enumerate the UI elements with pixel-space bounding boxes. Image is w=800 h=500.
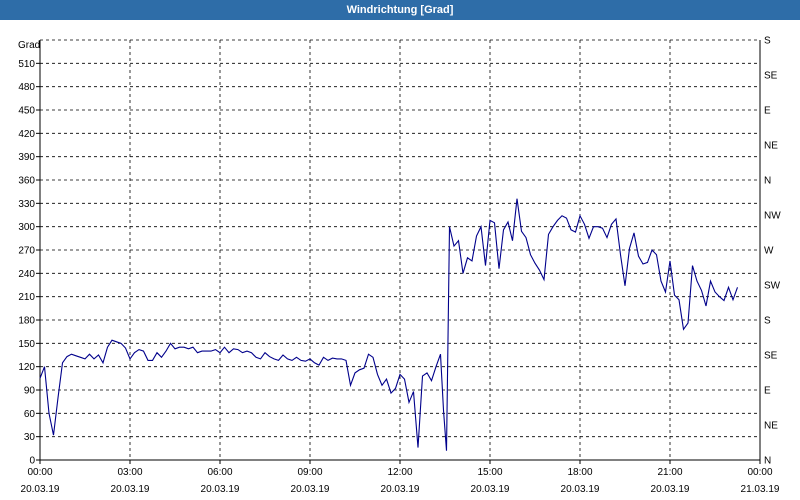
x-tick-time: 03:00 [117,467,142,478]
right-tick-label: NW [764,211,781,222]
right-tick-label: E [764,386,771,397]
y-tick-label: 150 [18,339,35,350]
y-tick-label: 480 [18,82,35,93]
chart-title: Windrichtung [Grad] [346,4,454,16]
right-tick-label: SE [764,71,778,82]
y-tick-label: 270 [18,246,35,257]
x-tick-labels: 00:00 20.03.19 03:00 20.03.19 06:00 20.03.19 0… [21,467,780,495]
wind-direction-chart: Grad 0 30 60 90 120 150 180 210 240 270 300 330 360 3… [18,36,781,496]
y-tick-label: 330 [18,199,35,210]
right-tick-label: S [764,316,771,327]
right-tick-label: SW [764,281,781,292]
x-tick-time: 15:00 [477,467,502,478]
right-tick-label: W [764,246,774,257]
x-tick-date: 20.03.19 [111,484,150,495]
right-tick-label: SE [764,351,778,362]
x-tick-date: 20.03.19 [471,484,510,495]
y-tick-label: 90 [24,386,36,397]
x-tick-date: 20.03.19 [651,484,690,495]
y-tick-label: 360 [18,176,35,187]
y-tick-label: 210 [18,292,35,303]
x-tick-time: 00:00 [747,467,772,478]
x-tick-time: 06:00 [207,467,232,478]
x-tick-time: 18:00 [567,467,592,478]
x-tick-date: 21.03.19 [741,484,780,495]
right-tick-label: E [764,106,771,117]
y-tick-label: 0 [29,456,35,467]
y-tick-label: 30 [24,432,36,443]
right-tick-labels: N NE E SE S SW W NW N NE E SE S [764,36,781,467]
y-tick-label: 300 [18,222,35,233]
y-tick-label: 240 [18,269,35,280]
left-tick-labels: 0 30 60 90 120 150 180 210 240 270 300 330 360 390 420… [18,59,35,467]
right-tick-label: S [764,36,771,47]
y-tick-label: 450 [18,106,35,117]
y-tick-label: 60 [24,409,36,420]
x-tick-time: 00:00 [27,467,52,478]
right-tick-label: N [764,456,771,467]
x-tick-date: 20.03.19 [561,484,600,495]
x-tick-date: 20.03.19 [21,484,60,495]
y-tick-label: 420 [18,129,35,140]
chart-title-bar: Windrichtung [Grad] [0,0,800,20]
x-tick-time: 12:00 [387,467,412,478]
x-tick-time: 21:00 [657,467,682,478]
x-tick-date: 20.03.19 [381,484,420,495]
series-line [39,198,739,451]
right-tick-label: NE [764,421,778,432]
right-tick-label: N [764,176,771,187]
y-tick-label: 510 [18,59,35,70]
x-tick-time: 09:00 [297,467,322,478]
y-tick-label: 120 [18,362,35,373]
x-tick-date: 20.03.19 [291,484,330,495]
y-tick-label: 180 [18,316,35,327]
x-tick-date: 20.03.19 [201,484,240,495]
y-axis-label: Grad [18,40,40,51]
y-tick-label: 390 [18,152,35,163]
right-tick-label: NE [764,141,778,152]
